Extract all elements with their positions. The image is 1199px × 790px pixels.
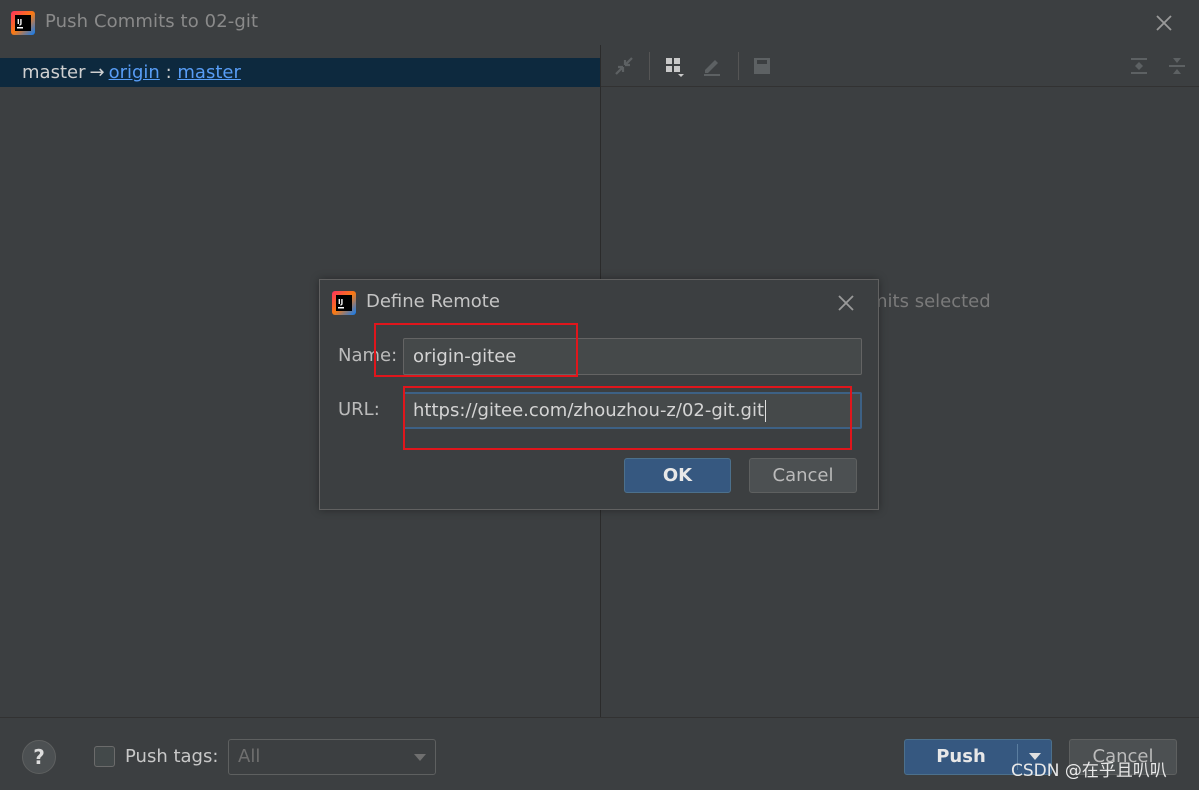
remote-name-value: origin-gitee <box>413 346 517 367</box>
branch-separator: : <box>165 62 172 83</box>
ok-button[interactable]: OK <box>624 458 731 493</box>
push-tags-checkbox[interactable] <box>94 746 115 767</box>
close-icon[interactable] <box>836 293 856 313</box>
remote-link[interactable]: origin <box>109 62 160 83</box>
collapse-all-icon[interactable] <box>1164 53 1190 79</box>
remote-url-value: https://gitee.com/zhouzhou-z/02-git.git <box>413 400 765 421</box>
window-title: Push Commits to 02-git <box>45 11 259 32</box>
save-icon[interactable] <box>749 53 775 79</box>
bottom-bar: ? Push tags: All Push Cancel CSDN @在乎且叭叭 <box>0 717 1199 790</box>
url-label: URL: <box>338 399 380 420</box>
cancel-button[interactable]: Cancel <box>749 458 857 493</box>
watermark: CSDN @在乎且叭叭 <box>1011 761 1167 781</box>
svg-text:IJ: IJ <box>338 298 343 306</box>
remote-url-input[interactable]: https://gitee.com/zhouzhou-z/02-git.git <box>403 392 862 429</box>
dialog-title: Define Remote <box>366 291 500 312</box>
remote-name-input[interactable]: origin-gitee <box>403 338 862 375</box>
define-remote-dialog: IJ Define Remote Name: origin-gitee URL:… <box>319 279 879 510</box>
tags-mode-select[interactable]: All <box>228 739 436 775</box>
svg-text:IJ: IJ <box>17 18 22 26</box>
window-titlebar: IJ Push Commits to 02-git <box>0 0 1199 45</box>
edit-icon[interactable] <box>699 53 725 79</box>
text-cursor <box>765 400 767 422</box>
branch-row[interactable]: master → origin : master <box>0 58 600 87</box>
close-icon[interactable] <box>1154 13 1174 33</box>
remote-branch-link[interactable]: master <box>177 62 240 83</box>
arrow-icon: → <box>89 62 105 83</box>
details-toolbar <box>601 45 1199 87</box>
local-branch-label: master <box>22 62 86 83</box>
chevron-down-icon <box>414 754 426 761</box>
help-button[interactable]: ? <box>22 740 56 774</box>
push-tags-label: Push tags: <box>125 746 219 767</box>
intellij-idea-icon: IJ <box>11 11 35 35</box>
intellij-idea-icon: IJ <box>332 291 356 315</box>
empty-details-text: mits selected <box>870 291 991 312</box>
name-label: Name: <box>338 345 398 366</box>
expand-all-icon[interactable] <box>1126 53 1152 79</box>
collapse-icon[interactable] <box>611 53 637 79</box>
push-button-label: Push <box>936 746 986 767</box>
group-by-icon[interactable] <box>661 53 687 79</box>
tags-mode-value: All <box>238 746 261 767</box>
